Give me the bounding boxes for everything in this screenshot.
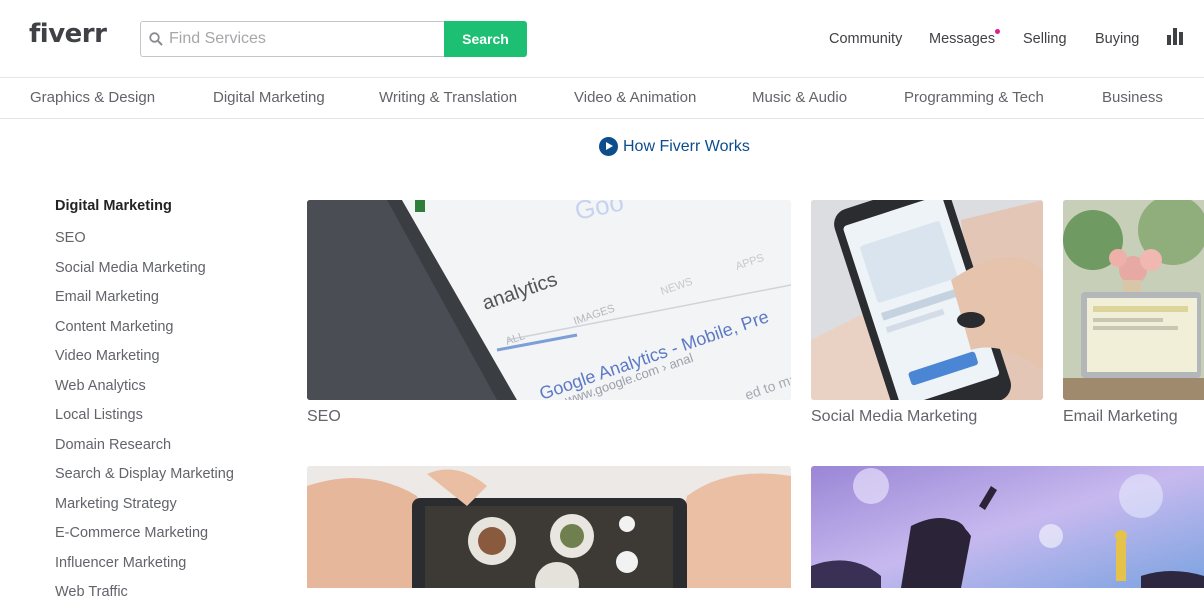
sidebar-item-social-media-marketing[interactable]: Social Media Marketing: [55, 260, 206, 276]
category-music-audio[interactable]: Music & Audio: [752, 89, 847, 106]
category-writing-translation[interactable]: Writing & Translation: [379, 89, 517, 106]
sidebar-title: Digital Marketing: [55, 198, 172, 214]
notification-dot-icon: [995, 29, 1000, 34]
search-input[interactable]: [169, 30, 439, 48]
play-icon: [599, 137, 618, 156]
category-business[interactable]: Business: [1102, 89, 1163, 106]
site-header: fiverr Search Community Messages Selling…: [0, 0, 1204, 78]
category-card-social-media-marketing[interactable]: Social Media Marketing: [811, 200, 1043, 430]
sidebar-item-content-marketing[interactable]: Content Marketing: [55, 319, 173, 335]
video-card-image[interactable]: [811, 466, 1204, 588]
seo-card-image[interactable]: analytics IMAGES NEWS APPS ALL Google An…: [307, 200, 791, 400]
fiverr-logo[interactable]: fiverr: [29, 19, 107, 49]
category-card-email-marketing[interactable]: Email Marketing: [1063, 200, 1204, 430]
sidebar-item-local-listings[interactable]: Local Listings: [55, 407, 143, 423]
email-card-image[interactable]: [1063, 200, 1204, 400]
sidebar-item-seo[interactable]: SEO: [55, 230, 86, 246]
category-digital-marketing[interactable]: Digital Marketing: [213, 89, 325, 106]
search-icon: [149, 32, 163, 46]
sidebar-item-domain-research[interactable]: Domain Research: [55, 437, 171, 453]
sidebar-item-email-marketing[interactable]: Email Marketing: [55, 289, 159, 305]
sidebar-item-ecommerce-marketing[interactable]: E-Commerce Marketing: [55, 525, 208, 541]
email-card-label[interactable]: Email Marketing: [1063, 408, 1178, 426]
search-button[interactable]: Search: [444, 21, 527, 57]
category-graphics-design[interactable]: Graphics & Design: [30, 89, 155, 106]
category-card-content-marketing[interactable]: [307, 466, 791, 588]
seo-card-label[interactable]: SEO: [307, 408, 341, 426]
stats-icon[interactable]: [1167, 28, 1183, 45]
how-fiverr-works-label: How Fiverr Works: [623, 137, 750, 155]
nav-buying[interactable]: Buying: [1095, 31, 1139, 47]
sidebar-item-web-traffic[interactable]: Web Traffic: [55, 584, 128, 600]
content-card-image[interactable]: [307, 466, 791, 588]
search-field[interactable]: [140, 21, 444, 57]
category-card-video-marketing[interactable]: [811, 466, 1204, 588]
how-fiverr-works-link[interactable]: How Fiverr Works: [599, 137, 750, 156]
sidebar-item-video-marketing[interactable]: Video Marketing: [55, 348, 160, 364]
search-bar: Search: [140, 21, 527, 57]
sidebar-item-marketing-strategy[interactable]: Marketing Strategy: [55, 496, 177, 512]
social-card-label[interactable]: Social Media Marketing: [811, 408, 977, 426]
sidebar-item-web-analytics[interactable]: Web Analytics: [55, 378, 146, 394]
category-video-animation[interactable]: Video & Animation: [574, 89, 696, 106]
category-programming-tech[interactable]: Programming & Tech: [904, 89, 1044, 106]
category-menu: Graphics & Design Digital Marketing Writ…: [0, 78, 1204, 119]
social-card-image[interactable]: [811, 200, 1043, 400]
sidebar-item-influencer-marketing[interactable]: Influencer Marketing: [55, 555, 186, 571]
nav-community[interactable]: Community: [829, 31, 902, 47]
sidebar-item-search-display-marketing[interactable]: Search & Display Marketing: [55, 466, 234, 482]
nav-messages[interactable]: Messages: [929, 31, 995, 47]
nav-selling[interactable]: Selling: [1023, 31, 1067, 47]
category-card-seo[interactable]: analytics IMAGES NEWS APPS ALL Google An…: [307, 200, 791, 430]
